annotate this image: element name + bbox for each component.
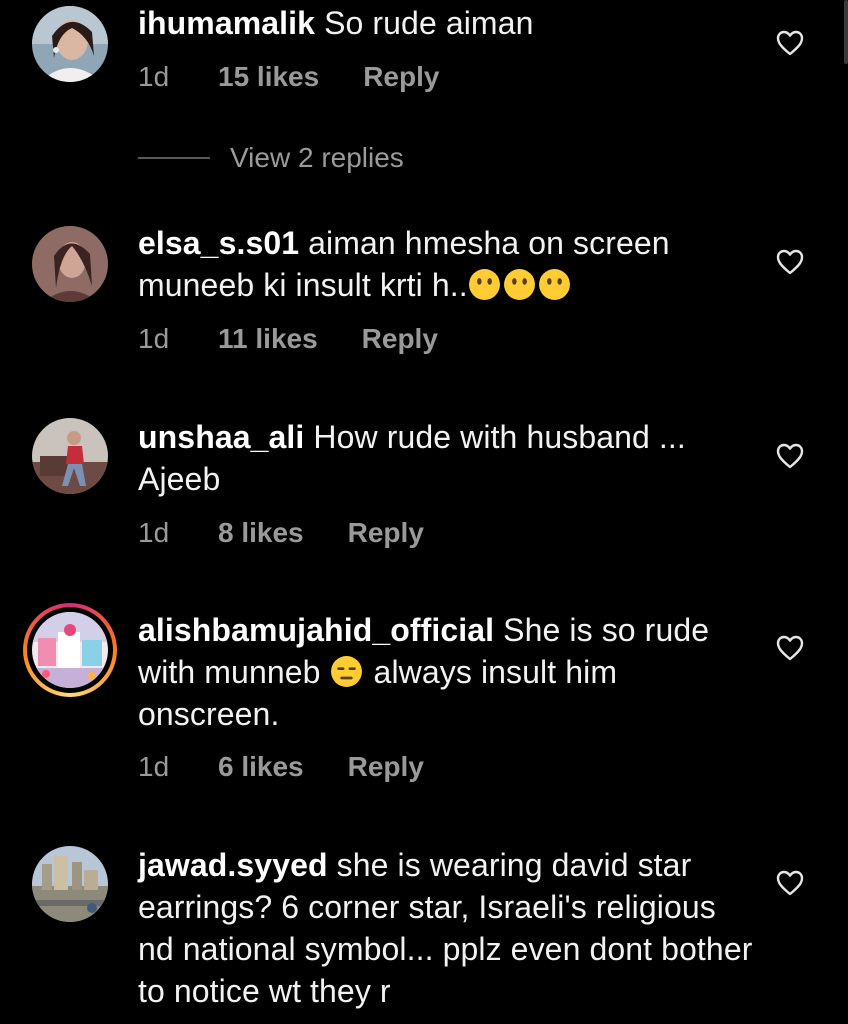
reply-button[interactable]: Reply: [362, 322, 438, 356]
comment-username[interactable]: alishbamujahid_official: [138, 612, 494, 648]
avatar[interactable]: [32, 418, 108, 494]
comment-body: So rude aiman: [324, 5, 534, 41]
expressionless-face-emoji: [330, 656, 362, 687]
comment-time: 1d: [138, 61, 170, 92]
comment-time: 1d: [138, 751, 170, 782]
scrollbar[interactable]: [844, 0, 848, 64]
comment-meta: 1d 8 likes Reply: [138, 516, 424, 550]
comment-text: elsa_s.s01 aiman hmesha on screen muneeb…: [138, 222, 758, 306]
comment-meta: 1d 11 likes Reply: [138, 322, 438, 356]
avatar[interactable]: [32, 226, 108, 302]
view-replies-label: View 2 replies: [230, 142, 404, 173]
comment-text: ihumamalik So rude aiman: [138, 2, 758, 44]
face-without-mouth-emoji: [468, 269, 500, 300]
comment-time: 1d: [138, 323, 170, 354]
heart-outline-icon[interactable]: [776, 249, 804, 275]
avatar[interactable]: [32, 846, 108, 922]
comment-meta: 1d 6 likes Reply: [138, 750, 424, 784]
comment-text: jawad.syyed she is wearing david star ea…: [138, 844, 758, 1012]
comment-likes[interactable]: 8 likes: [218, 516, 304, 550]
comment-username[interactable]: ihumamalik: [138, 5, 315, 41]
comment-text: alishbamujahid_official She is so rude w…: [138, 609, 758, 735]
heart-outline-icon[interactable]: [776, 443, 804, 469]
comment-username[interactable]: unshaa_ali: [138, 419, 304, 455]
heart-outline-icon[interactable]: [776, 635, 804, 661]
comment-meta: 1d 15 likes Reply: [138, 60, 439, 94]
face-without-mouth-emoji: [538, 269, 570, 300]
comment-username[interactable]: elsa_s.s01: [138, 225, 299, 261]
face-without-mouth-emoji: [503, 269, 535, 300]
avatar[interactable]: [23, 603, 117, 697]
comment-time: 1d: [138, 517, 170, 548]
view-replies-button[interactable]: View 2 replies: [138, 140, 404, 176]
view-replies-divider: [138, 157, 210, 159]
comment-username[interactable]: jawad.syyed: [138, 847, 328, 883]
reply-button[interactable]: Reply: [348, 516, 424, 550]
avatar-image: [32, 612, 108, 688]
heart-outline-icon[interactable]: [776, 30, 804, 56]
heart-outline-icon[interactable]: [776, 870, 804, 896]
comment-likes[interactable]: 11 likes: [218, 322, 318, 356]
comment-likes[interactable]: 6 likes: [218, 750, 304, 784]
reply-button[interactable]: Reply: [363, 60, 439, 94]
reply-button[interactable]: Reply: [348, 750, 424, 784]
comment-likes[interactable]: 15 likes: [218, 60, 319, 94]
comment-text: unshaa_ali How rude with husband ... Aje…: [138, 416, 758, 500]
avatar[interactable]: [32, 6, 108, 82]
